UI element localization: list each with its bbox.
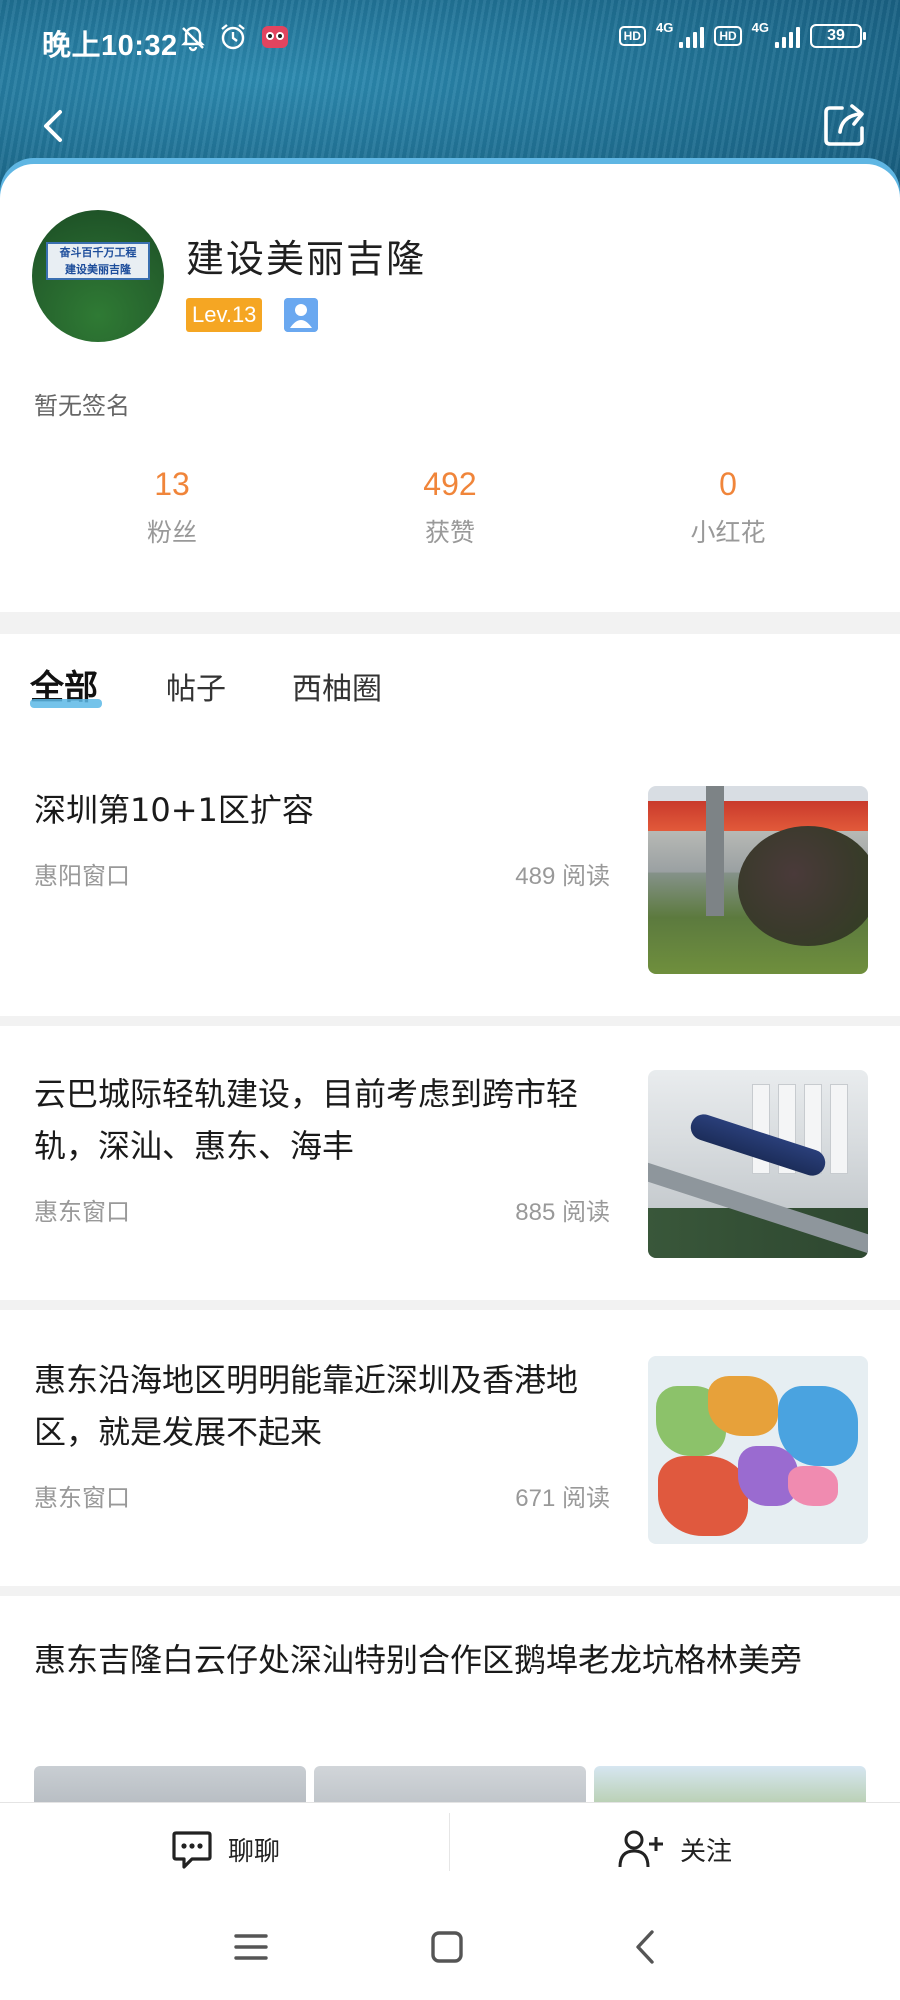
thumb-bush xyxy=(738,826,868,946)
signal-icon-2 xyxy=(775,24,800,48)
tab-posts[interactable]: 帖子 xyxy=(166,664,226,708)
post-title: 深圳第10+1区扩容 xyxy=(34,791,314,829)
system-back-icon[interactable] xyxy=(626,1928,664,1966)
post-item[interactable]: 深圳第10+1区扩容 惠阳窗口 489 阅读 xyxy=(0,760,900,998)
network-type-1: 4G xyxy=(655,19,674,35)
chat-label: 聊聊 xyxy=(228,1836,281,1867)
app-notification-icon xyxy=(262,26,288,48)
post-reads: 671 阅读 xyxy=(515,1485,610,1512)
section-divider xyxy=(0,612,900,634)
system-nav-bar xyxy=(0,1900,900,2000)
bell-off-icon xyxy=(181,26,205,52)
user-verified-icon xyxy=(284,298,318,332)
post-thumbnail xyxy=(648,786,868,974)
stat-likes[interactable]: 492 获赞 xyxy=(350,466,550,549)
tab-active-indicator xyxy=(30,699,102,708)
stat-flowers[interactable]: 0 小红花 xyxy=(628,466,828,549)
hd-badge-2: HD xyxy=(714,26,742,46)
follow-button[interactable]: 关注 xyxy=(616,1827,732,1871)
username: 建设美丽吉隆 xyxy=(186,237,427,281)
avatar-text-2: 建设美丽吉隆 xyxy=(65,263,131,276)
stat-fans[interactable]: 13 粉丝 xyxy=(72,466,272,549)
follow-label: 关注 xyxy=(680,1836,733,1867)
menu-icon[interactable] xyxy=(232,1928,270,1966)
chat-button[interactable]: 聊聊 xyxy=(170,1827,280,1871)
stat-fans-value: 13 xyxy=(154,466,190,502)
avatar-text-1: 奋斗百千万工程 xyxy=(59,246,137,259)
back-arrow-icon[interactable] xyxy=(36,104,72,148)
post-title: 云巴城际轻轨建设，目前考虑到跨市轻轨，深汕、惠东、海丰 xyxy=(34,1075,579,1165)
chat-icon xyxy=(172,1831,212,1869)
action-bar: 聊聊 关注 xyxy=(0,1802,900,1900)
action-bar-separator xyxy=(449,1813,450,1871)
post-divider xyxy=(0,1016,900,1026)
content-tabs: 全部 帖子 西柚圈 xyxy=(0,660,900,720)
add-user-icon xyxy=(618,1830,663,1868)
stat-likes-value: 492 xyxy=(423,466,477,502)
post-source: 惠东窗口 xyxy=(34,1198,130,1226)
home-icon[interactable] xyxy=(428,1928,466,1966)
post-source: 惠东窗口 xyxy=(34,1484,130,1512)
map-region xyxy=(788,1466,838,1506)
thumb-pole xyxy=(706,786,724,916)
avatar-banner: 奋斗百千万工程 建设美丽吉隆 xyxy=(46,242,150,280)
post-thumbnail xyxy=(648,1070,868,1258)
stat-fans-label: 粉丝 xyxy=(146,518,197,547)
post-divider xyxy=(0,1586,900,1596)
share-icon[interactable] xyxy=(820,100,870,150)
post-reads: 885 阅读 xyxy=(515,1199,610,1226)
avatar[interactable]: 奋斗百千万工程 建设美丽吉隆 xyxy=(32,210,164,342)
post-source: 惠阳窗口 xyxy=(34,862,130,890)
alarm-icon xyxy=(221,24,245,50)
tab-grapefruit-circle[interactable]: 西柚圈 xyxy=(292,664,382,708)
map-region xyxy=(658,1456,748,1536)
post-item[interactable]: 云巴城际轻轨建设，目前考虑到跨市轻轨，深汕、惠东、海丰 惠东窗口 885 阅读 xyxy=(0,1026,900,1292)
stat-flowers-value: 0 xyxy=(719,466,737,502)
network-type-2: 4G xyxy=(751,19,769,35)
post-title: 惠东沿海地区明明能靠近深圳及香港地区，就是发展不起来 xyxy=(34,1361,579,1451)
signal-icon xyxy=(679,24,705,48)
battery-indicator: 39 xyxy=(810,24,866,48)
map-region xyxy=(708,1376,778,1436)
post-item[interactable]: 惠东沿海地区明明能靠近深圳及香港地区，就是发展不起来 惠东窗口 671 阅读 xyxy=(0,1310,900,1578)
post-divider xyxy=(0,1300,900,1310)
level-badge: Lev.13 xyxy=(186,298,263,332)
hd-badge: HD xyxy=(618,26,646,46)
post-reads: 489 阅读 xyxy=(515,863,610,890)
thumb-building xyxy=(830,1084,848,1174)
status-bar: 晚上10:32 HD 4G HD 4G 39 xyxy=(0,0,900,84)
signature: 暂无签名 xyxy=(34,392,130,420)
stat-likes-label: 获赞 xyxy=(424,518,475,547)
post-title: 惠东吉隆白云仔处深汕特别合作区鹅埠老龙坑格林美旁 xyxy=(34,1641,803,1679)
status-indicators: HD 4G HD 4G 39 xyxy=(618,20,866,48)
post-thumbnail-map xyxy=(648,1356,868,1544)
status-time: 晚上10:32 xyxy=(42,30,178,62)
stat-flowers-label: 小红花 xyxy=(690,518,766,547)
